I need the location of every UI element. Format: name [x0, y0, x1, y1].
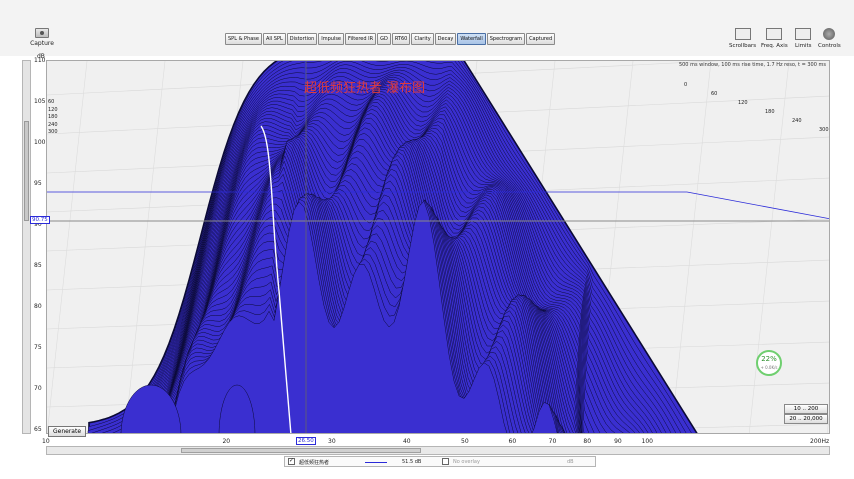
tab-all-spl[interactable]: All SPL [262, 33, 286, 45]
x-tick-label: 30 [328, 438, 336, 445]
overlay-value: dB [567, 459, 574, 465]
time-tick-left: 120 [48, 106, 58, 113]
limits-tool[interactable]: Limits [795, 28, 812, 49]
grid-line [670, 61, 712, 433]
y-tick-label: 105 [34, 98, 46, 105]
limits-icon [795, 28, 812, 40]
y-tick-label: 100 [34, 139, 46, 146]
x-tick-label: 200Hz [810, 438, 830, 445]
x-tick-label: 90 [614, 438, 622, 445]
horizontal-scroll-thumb[interactable] [181, 448, 421, 453]
time-tick-right: 180 [765, 109, 775, 115]
tab-rt60[interactable]: RT60 [391, 33, 411, 45]
y-tick-label: 75 [34, 344, 42, 351]
horizontal-scrollbar[interactable] [46, 446, 830, 455]
tab-decay[interactable]: Decay [434, 33, 457, 45]
generate-button[interactable]: Generate [48, 426, 87, 437]
tab-filtered-ir[interactable]: Filtered IR [345, 33, 377, 45]
trace-value: 51.5 dB [402, 459, 422, 465]
waterfall-info: 500 ms window, 100 ms rise time, 1.7 Hz … [678, 62, 826, 68]
y-tick-label: 85 [34, 262, 42, 269]
vertical-scrollbar[interactable] [22, 60, 31, 434]
y-tick-label: 70 [34, 385, 42, 392]
y-tick-label: 65 [34, 426, 42, 433]
overlay-checkbox[interactable] [442, 458, 449, 465]
gauge-value: 22% [761, 355, 777, 363]
trace-name: 超低频狂热者 [299, 460, 330, 466]
cursor-perspective-line [686, 191, 829, 220]
controls-tool[interactable]: Controls [818, 28, 841, 49]
range-button-20-20000[interactable]: 20 .. 20,000 [784, 414, 828, 424]
x-tick-label: 100 [641, 438, 653, 445]
graph-tabs: SPL & Phase All SPL Distortion Impulse Filte… [225, 33, 556, 45]
tab-spectrogram[interactable]: Spectrogram [486, 33, 526, 45]
time-tick-left: 60 [48, 99, 55, 105]
x-tick-label: 40 [402, 438, 411, 445]
freq-axis-label: Freq. Axis [761, 43, 788, 49]
cursor-hz-readout: 26.50 [296, 437, 316, 445]
range-button-10-200[interactable]: 10 .. 200 [784, 404, 828, 414]
y-tick-label: 110 [34, 57, 46, 64]
time-tick-left: 300 [48, 129, 58, 135]
x-tick-label: 60 [508, 438, 517, 445]
tab-waterfall[interactable]: Waterfall [457, 33, 486, 45]
gauge-sub: + 0.0K/s [760, 365, 778, 370]
tab-clarity[interactable]: Clarity [411, 33, 434, 45]
scrollbars-tool[interactable]: Scrollbars [729, 28, 756, 49]
time-tick-right: 0 [684, 82, 688, 88]
x-tick-label: 50 [461, 438, 469, 445]
limits-label: Limits [795, 43, 812, 49]
controls-label: Controls [818, 43, 841, 49]
waterfall-svg [47, 61, 829, 433]
grid-line [826, 413, 829, 433]
time-tick-right: 60 [711, 91, 718, 97]
waterfall-plot[interactable] [46, 60, 830, 434]
vertical-scroll-thumb[interactable] [24, 121, 29, 221]
x-tick-label: 20 [222, 438, 231, 445]
cursor-db-readout: 90.75 [30, 216, 50, 224]
overlay-label: No overlay [453, 459, 480, 465]
tab-impulse[interactable]: Impulse [318, 33, 345, 45]
cpu-gauge: 22% + 0.0K/s [756, 350, 782, 376]
time-tick-left: 240 [48, 121, 58, 128]
freq-axis-icon [766, 28, 783, 40]
plot-title: 超低频狂热者 瀑布图 [304, 81, 426, 96]
capture-button[interactable]: Capture [22, 28, 62, 47]
time-tick-right: 300 [819, 127, 829, 133]
time-tick-right: 240 [792, 118, 802, 124]
scrollbars-icon [734, 28, 751, 40]
freq-axis-tool[interactable]: Freq. Axis [761, 28, 788, 49]
tab-distortion[interactable]: Distortion [286, 33, 318, 45]
y-tick-label: 95 [34, 180, 42, 187]
x-tick-label: 10 [42, 438, 50, 445]
camera-icon [35, 28, 49, 38]
tab-gd[interactable]: GD [377, 33, 391, 45]
time-tick-left: 180 [48, 114, 58, 120]
time-tick-right: 120 [738, 100, 748, 106]
scrollbars-label: Scrollbars [729, 43, 757, 49]
y-tick-label: 80 [34, 303, 42, 310]
trace-line-sample [365, 462, 387, 463]
legend-bar: 超低频狂热者 51.5 dB No overlay dB [284, 456, 596, 467]
controls-icon [823, 28, 836, 40]
tab-captured[interactable]: Captured [526, 33, 556, 45]
x-tick-label: 70 [548, 438, 557, 445]
toolbar: Capture SPL & Phase All SPL Distortion Impu… [0, 0, 854, 56]
capture-label: Capture [30, 40, 54, 47]
grid-line [748, 61, 790, 433]
trace-checkbox[interactable] [288, 457, 295, 465]
x-tick-label: 80 [583, 438, 592, 445]
tab-spl-phase[interactable]: SPL & Phase [225, 33, 262, 45]
